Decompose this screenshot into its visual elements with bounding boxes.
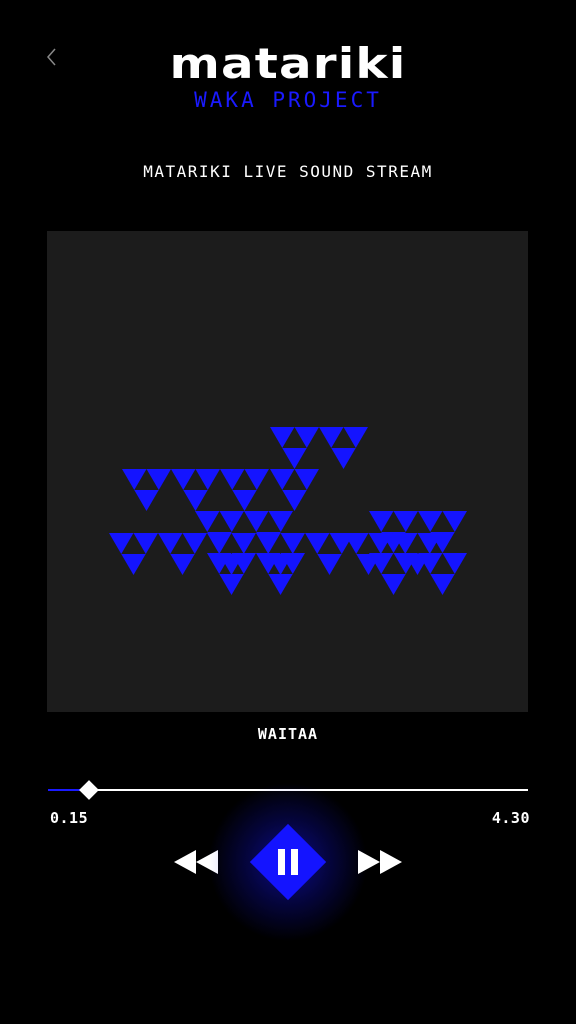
pattern-triangle <box>430 574 455 595</box>
pattern-triangle <box>442 511 467 532</box>
pattern-triangle <box>319 427 344 448</box>
pattern-triangle <box>146 469 171 490</box>
pattern-triangle <box>109 533 134 554</box>
pattern-triangle <box>220 469 245 490</box>
pattern-triangle <box>294 427 319 448</box>
pattern-triangle <box>282 448 307 469</box>
pattern-triangle <box>232 490 257 511</box>
album-artwork <box>47 231 528 712</box>
pattern-triangle <box>256 533 281 554</box>
pattern-triangle <box>171 469 196 490</box>
total-time: 4.30 <box>491 809 530 827</box>
pattern-triangle <box>219 574 244 595</box>
pattern-triangle <box>183 490 208 511</box>
logo: MATARIKI WAKA PROJECT <box>0 39 576 113</box>
pattern-triangle <box>418 511 443 532</box>
triangle-pattern-artwork <box>109 427 467 595</box>
pattern-triangle <box>381 574 406 595</box>
pattern-triangle <box>294 469 319 490</box>
pattern-triangle <box>268 574 293 595</box>
pattern-triangle <box>122 469 147 490</box>
pattern-triangle <box>134 490 159 511</box>
fast-forward-button[interactable] <box>356 846 404 878</box>
progress-thumb[interactable] <box>78 780 99 800</box>
pattern-triangle <box>121 554 146 575</box>
pattern-triangle <box>282 490 307 511</box>
pause-button[interactable] <box>208 782 368 942</box>
pattern-triangle <box>170 554 195 575</box>
fast-forward-icon <box>358 850 402 874</box>
pattern-triangle <box>369 511 394 532</box>
pattern-triangle <box>393 511 418 532</box>
pattern-triangle <box>442 553 467 574</box>
pattern-triangle <box>280 533 305 554</box>
current-time: 0.15 <box>50 809 89 827</box>
stream-title: MATARIKI LIVE SOUND STREAM <box>143 162 433 181</box>
logo-subtitle: WAKA PROJECT <box>194 88 382 112</box>
pattern-triangle <box>305 533 330 554</box>
logo-title: MATARIKI <box>169 39 407 88</box>
pattern-triangle <box>343 427 368 448</box>
pattern-triangle <box>270 469 295 490</box>
pattern-triangle <box>244 511 269 532</box>
pattern-triangle <box>158 533 183 554</box>
pattern-triangle <box>219 511 244 532</box>
pattern-triangle <box>268 511 293 532</box>
pattern-triangle <box>270 427 295 448</box>
pattern-triangle <box>195 469 220 490</box>
pattern-triangle <box>231 533 256 554</box>
pattern-triangle <box>133 533 158 554</box>
track-title: WAITAA <box>257 725 319 743</box>
pattern-triangle <box>182 533 207 554</box>
pattern-triangle <box>195 511 220 532</box>
pattern-triangle <box>244 469 269 490</box>
pause-icon <box>278 849 298 875</box>
pattern-triangle <box>331 448 356 469</box>
pattern-triangle <box>317 554 342 575</box>
pattern-triangle <box>207 533 232 554</box>
